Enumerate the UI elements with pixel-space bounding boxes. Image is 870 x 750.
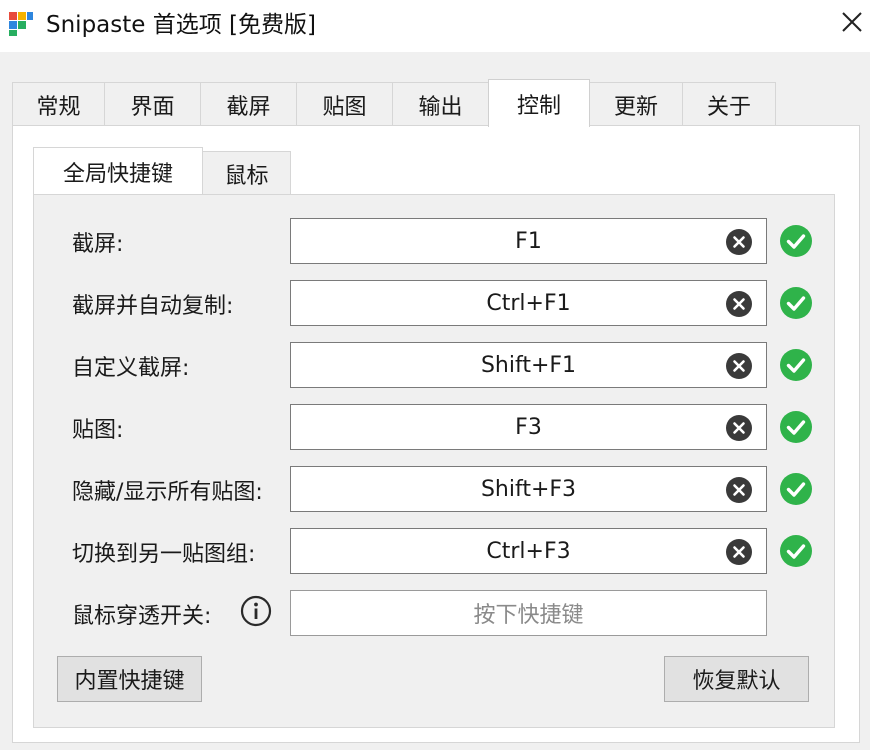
window-title: Snipaste 首选项 [免费版] xyxy=(46,12,316,38)
hotkey-label: 截屏并自动复制: xyxy=(72,294,234,319)
hotkey-value: Shift+F1 xyxy=(480,352,577,378)
hotkey-label: 贴图: xyxy=(72,418,124,443)
hotkey-value: Ctrl+F1 xyxy=(486,290,571,316)
hotkey-value: F1 xyxy=(515,228,542,254)
tab-control[interactable]: 控制 xyxy=(488,79,590,127)
clear-icon[interactable] xyxy=(726,229,752,255)
hotkey-input-pin[interactable]: F3 xyxy=(290,404,767,450)
hotkeys-panel xyxy=(33,194,835,728)
hotkey-label: 切换到另一贴图组: xyxy=(72,542,256,567)
title-bar: Snipaste 首选项 [免费版] xyxy=(0,0,870,52)
clear-icon[interactable] xyxy=(726,415,752,441)
hotkey-value: Ctrl+F3 xyxy=(486,538,571,564)
check-circle-icon xyxy=(780,225,812,257)
check-circle-icon xyxy=(780,411,812,443)
tab-about[interactable]: 关于 xyxy=(682,82,776,126)
subtab-global-hotkeys[interactable]: 全局快捷键 xyxy=(33,147,203,195)
tab-output[interactable]: 输出 xyxy=(392,82,489,126)
hotkey-row-custom-capture: 自定义截屏: Shift+F1 xyxy=(72,342,832,388)
tab-pin[interactable]: 贴图 xyxy=(296,82,393,126)
hotkey-row-switch-group: 切换到另一贴图组: Ctrl+F3 xyxy=(72,528,832,574)
hotkey-input-custom-capture[interactable]: Shift+F1 xyxy=(290,342,767,388)
hotkey-row-capture-copy: 截屏并自动复制: Ctrl+F1 xyxy=(72,280,832,326)
hotkey-label: 隐藏/显示所有贴图: xyxy=(72,480,263,505)
snipaste-logo-icon xyxy=(9,12,33,36)
close-icon xyxy=(842,12,862,32)
check-circle-icon xyxy=(780,535,812,567)
tab-interface[interactable]: 界面 xyxy=(104,82,201,126)
control-subtabs: 全局快捷键 鼠标 xyxy=(33,147,291,195)
hotkey-input-capture[interactable]: F1 xyxy=(290,218,767,264)
hotkey-row-capture: 截屏: F1 xyxy=(72,218,832,264)
hotkey-value: F3 xyxy=(515,414,542,440)
clear-icon[interactable] xyxy=(726,353,752,379)
tab-update[interactable]: 更新 xyxy=(589,82,683,126)
tab-general[interactable]: 常规 xyxy=(12,82,105,126)
builtin-hotkeys-button[interactable]: 内置快捷键 xyxy=(57,656,202,702)
hotkey-label: 鼠标穿透开关: xyxy=(72,604,212,629)
clear-icon[interactable] xyxy=(726,477,752,503)
hotkey-row-mouse-passthrough: 鼠标穿透开关: 按下快捷键 xyxy=(72,590,832,636)
subtab-mouse[interactable]: 鼠标 xyxy=(202,151,291,195)
hotkey-input-toggle-pins[interactable]: Shift+F3 xyxy=(290,466,767,512)
check-circle-icon xyxy=(780,287,812,319)
hotkey-input-switch-group[interactable]: Ctrl+F3 xyxy=(290,528,767,574)
hotkey-label: 自定义截屏: xyxy=(72,356,190,381)
hotkey-row-toggle-pins: 隐藏/显示所有贴图: Shift+F3 xyxy=(72,466,832,512)
hotkey-placeholder: 按下快捷键 xyxy=(473,603,584,628)
main-tabs: 常规 界面 截屏 贴图 输出 控制 更新 关于 xyxy=(12,79,776,127)
check-circle-icon xyxy=(780,349,812,381)
clear-icon[interactable] xyxy=(726,291,752,317)
info-icon[interactable] xyxy=(240,595,272,627)
hotkey-row-pin: 贴图: F3 xyxy=(72,404,832,450)
preferences-window: Snipaste 首选项 [免费版] 常规 界面 截屏 贴图 输出 控制 更新 … xyxy=(0,0,870,750)
hotkey-label: 截屏: xyxy=(72,232,124,257)
restore-defaults-button[interactable]: 恢复默认 xyxy=(664,656,809,702)
hotkey-value: Shift+F3 xyxy=(480,476,577,502)
close-button[interactable] xyxy=(834,4,870,40)
check-circle-icon xyxy=(780,473,812,505)
hotkey-input-capture-copy[interactable]: Ctrl+F1 xyxy=(290,280,767,326)
hotkey-input-mouse-passthrough[interactable]: 按下快捷键 xyxy=(290,590,767,636)
tab-capture[interactable]: 截屏 xyxy=(200,82,297,126)
clear-icon[interactable] xyxy=(726,539,752,565)
